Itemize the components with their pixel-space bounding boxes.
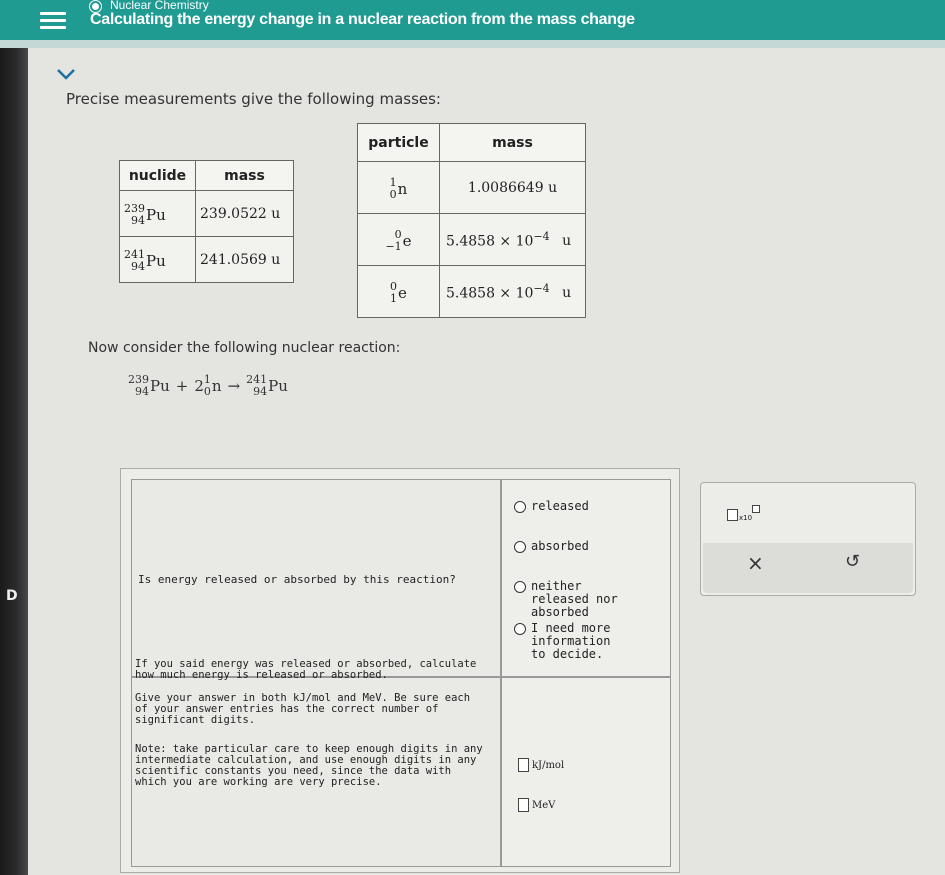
column-header: mass [195, 160, 294, 191]
option-absorbed[interactable]: absorbed [514, 540, 589, 553]
nuclide-cell: 241 94 Pu [119, 236, 196, 283]
reactant-neutron: 210n [194, 373, 222, 398]
mass-cell: 5.4858 × 10−4 u [439, 265, 586, 318]
hamburger-menu-icon[interactable] [40, 8, 66, 30]
table-row: 10n 1.0086649 u [357, 161, 586, 214]
column-header: particle [357, 123, 440, 162]
radio-button[interactable] [514, 541, 526, 553]
mass-cell: 1.0086649 u [439, 161, 586, 214]
kjmol-input[interactable] [518, 758, 529, 772]
undo-icon[interactable]: ↺ [845, 551, 860, 572]
particle-mass-table: particle mass 10n 1.0086649 u 0 −1 e 5.485… [357, 123, 586, 318]
question-energy-amount: If you said energy was released or absor… [135, 659, 485, 800]
page-title: Calculating the energy change in a nucle… [90, 11, 635, 28]
answer-tools-panel: x10 × ↺ [700, 482, 916, 596]
mass-cell: 241.0569 u [195, 236, 294, 283]
table-row: 239 94 Pu 239.0522 u [119, 190, 294, 237]
intro-text: Precise measurements give the following … [66, 90, 441, 108]
question-cell: Is energy released or absorbed by this r… [131, 479, 501, 677]
table-row: 0 −1 e 5.4858 × 10−4 u [357, 213, 586, 266]
monitor-bezel: D [0, 0, 28, 875]
table-row: 01e 5.4858 × 10−4 u [357, 265, 586, 318]
mev-input[interactable] [518, 798, 529, 812]
option-released[interactable]: released [514, 500, 589, 513]
radio-button[interactable] [514, 623, 526, 635]
option-neither[interactable]: neither released nor absorbed [514, 580, 644, 619]
particle-cell: 01e [357, 265, 440, 318]
nuclide-mass-table: nuclide mass 239 94 Pu 239.0522 u 241 94 Pu … [119, 160, 294, 283]
option-need-more-info[interactable]: I need more information to decide. [514, 622, 629, 661]
instruction-text: Give your answer in both kJ/mol and MeV.… [135, 692, 471, 726]
options-cell: released absorbed neither released nor a… [501, 479, 671, 677]
plus-sign: + [175, 377, 189, 395]
kjmol-answer[interactable]: kJ/mol [518, 758, 564, 772]
chevron-down-icon[interactable] [55, 66, 77, 82]
scientific-notation-button[interactable]: x10 [727, 505, 763, 525]
product-pu241: 241 94 Pu [246, 373, 288, 398]
clear-icon[interactable]: × [747, 551, 764, 575]
reaction-prompt: Now consider the following nuclear react… [88, 340, 401, 356]
reactant-pu239: 239 94 Pu [128, 373, 170, 398]
column-header: mass [439, 123, 586, 162]
header-bar: Nuclear Chemistry Calculating the energy… [0, 0, 945, 40]
particle-cell: 0 −1 e [357, 213, 440, 266]
answer-table: Is energy released or absorbed by this r… [120, 468, 680, 873]
column-header: nuclide [119, 160, 196, 191]
header-divider [0, 40, 945, 48]
note-text: Note: take particular care to keep enoug… [135, 743, 483, 788]
mev-answer[interactable]: MeV [518, 798, 555, 812]
instruction-text: If you said energy was released or absor… [135, 658, 477, 681]
mass-cell: 5.4858 × 10−4 u [439, 213, 586, 266]
table-row: 241 94 Pu 241.0569 u [119, 236, 294, 283]
radio-button[interactable] [514, 581, 526, 593]
radio-button[interactable] [514, 501, 526, 513]
nuclear-equation: 239 94 Pu + 210n → 241 94 Pu [128, 374, 288, 398]
particle-cell: 10n [357, 161, 440, 214]
inputs-cell: kJ/mol MeV [501, 677, 671, 867]
mass-cell: 239.0522 u [195, 190, 294, 237]
nuclide-cell: 239 94 Pu [119, 190, 196, 237]
tools-actions-bar: × ↺ [703, 543, 913, 593]
reaction-arrow: → [227, 377, 241, 395]
question-energy-direction: Is energy released or absorbed by this r… [138, 573, 456, 586]
bezel-letter: D [6, 588, 18, 604]
